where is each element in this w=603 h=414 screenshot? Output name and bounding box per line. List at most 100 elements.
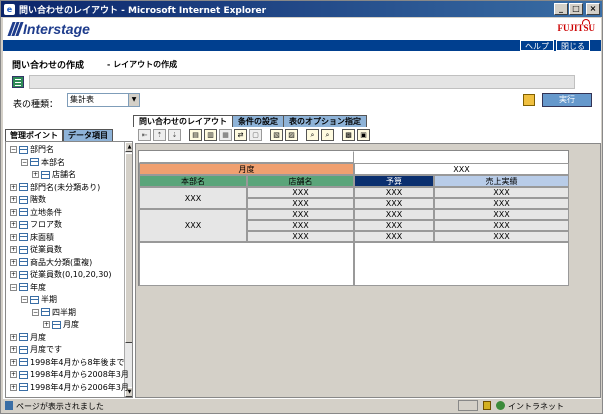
kind-select-value: 集計表 — [70, 95, 94, 104]
close-link[interactable]: 閉じる — [556, 40, 590, 51]
expand-toggle-icon[interactable]: − — [21, 296, 28, 303]
table-icon — [19, 220, 28, 229]
expand-toggle-icon[interactable]: + — [10, 333, 17, 341]
tree-item[interactable]: + 立地条件 — [10, 207, 62, 218]
table-icon — [41, 308, 50, 316]
close-window-button[interactable]: × — [586, 3, 600, 15]
scroll-up-icon[interactable]: ▲ — [125, 142, 132, 152]
tab-options[interactable]: 表のオプション指定 — [283, 115, 367, 127]
cell-yosan: XXX — [354, 220, 434, 231]
delete-item-icon[interactable]: ▦ — [219, 129, 232, 141]
expand-toggle-icon[interactable]: − — [32, 308, 39, 316]
tab-conditions[interactable]: 条件の設定 — [232, 115, 284, 127]
page-icon — [5, 401, 13, 410]
xxx-header[interactable]: XXX — [354, 163, 569, 175]
grid-blank-top — [139, 151, 354, 163]
tree-item[interactable]: + 従業員数(0,10,20,30) — [10, 269, 112, 280]
minimize-button[interactable]: _ — [554, 3, 568, 15]
table-icon — [19, 245, 28, 254]
empty-row-area[interactable] — [139, 242, 354, 286]
status-text: ページが表示されました — [16, 402, 104, 411]
clear-icon[interactable]: ▢ — [249, 129, 262, 141]
table-icon — [30, 158, 39, 166]
kind-select[interactable]: 集計表 ▼ — [67, 93, 140, 107]
tree-item[interactable]: +1998年4月から2008年3月 — [10, 369, 129, 380]
expand-toggle-icon[interactable]: + — [10, 183, 17, 191]
tab-management-point[interactable]: 管理ポイント — [5, 129, 63, 141]
tab-data-item[interactable]: データ項目 — [63, 129, 113, 141]
row-tenpo: XXX — [247, 220, 354, 231]
tree-item[interactable]: + 従業員数 — [10, 244, 62, 255]
tree-item-label: 商品大分類(重複) — [30, 257, 93, 267]
tree-item[interactable]: − 年度 — [10, 282, 46, 293]
properties-icon[interactable]: ▧ — [270, 129, 283, 141]
add-column-icon[interactable]: ▥ — [204, 129, 217, 141]
expand-toggle-icon[interactable]: + — [10, 271, 17, 278]
expand-toggle-icon[interactable]: + — [10, 196, 17, 203]
tree-item[interactable]: + 月度です — [10, 344, 62, 355]
expand-toggle-icon[interactable]: + — [10, 221, 17, 228]
move-down-icon[interactable]: ⇣ — [168, 129, 181, 141]
expand-toggle-icon[interactable]: + — [10, 346, 17, 353]
zone-text: イントラネット — [508, 402, 564, 411]
calculator-icon[interactable]: ▣ — [357, 129, 370, 141]
swap-axis-icon[interactable]: ⇄ — [234, 129, 247, 141]
layout-area: 月度 XXX 本部名 店舗名 予算 売上実績 XXX XXX XXX XXX X… — [135, 143, 601, 398]
expand-toggle-icon[interactable]: + — [10, 358, 17, 366]
expand-toggle-icon[interactable]: + — [10, 246, 17, 253]
sort-icon[interactable]: ▨ — [285, 129, 298, 141]
col-tenpo[interactable]: 店舗名 — [247, 175, 354, 187]
search-icon[interactable]: ⌕ — [306, 129, 319, 141]
tree-item[interactable]: + 部門名(未分類あり) — [10, 182, 100, 193]
tree-item[interactable]: + 店舗名 — [32, 169, 76, 180]
tree-item[interactable]: +1998年4月から2006年3月 — [10, 382, 129, 393]
filter-icon[interactable]: ⌕ — [321, 129, 334, 141]
tree-item[interactable]: + 階数 — [10, 194, 46, 205]
expand-toggle-icon[interactable]: + — [10, 371, 17, 378]
expand-toggle-icon[interactable]: − — [10, 283, 17, 291]
expand-toggle-icon[interactable]: + — [43, 321, 50, 328]
tree-item[interactable]: + フロア数 — [10, 219, 62, 230]
col-uriage[interactable]: 売上実績 — [434, 175, 569, 187]
tree-item[interactable]: + 床面積 — [10, 232, 54, 243]
empty-data-area[interactable] — [354, 242, 569, 286]
expand-toggle-icon[interactable]: + — [10, 208, 17, 216]
format-icon[interactable]: ▩ — [342, 129, 355, 141]
move-up-icon[interactable]: ⇡ — [153, 129, 166, 141]
col-honbu[interactable]: 本部名 — [139, 175, 247, 187]
tab-layout[interactable]: 問い合わせのレイアウト — [133, 115, 233, 127]
tree-item[interactable]: + 月度 — [10, 332, 46, 343]
row-honbu-2: XXX — [139, 209, 247, 242]
maximize-button[interactable]: □ — [569, 3, 583, 15]
scroll-thumb[interactable] — [125, 153, 132, 343]
expand-toggle-icon[interactable]: − — [21, 158, 28, 166]
tree-item[interactable]: + 商品大分類(重複) — [10, 257, 92, 268]
chevron-down-icon[interactable]: ▼ — [128, 94, 139, 106]
tree-item[interactable]: − 四半期 — [32, 307, 76, 318]
month-header[interactable]: 月度 — [139, 163, 354, 175]
tree-item-label: 従業員数(0,10,20,30) — [30, 270, 112, 279]
run-button[interactable]: 実行 — [542, 93, 592, 107]
expand-toggle-icon[interactable]: + — [10, 258, 17, 266]
col-yosan[interactable]: 予算 — [354, 175, 434, 187]
expand-toggle-icon[interactable]: − — [10, 146, 17, 153]
add-row-icon[interactable]: ▤ — [189, 129, 202, 141]
tree-item[interactable]: − 半期 — [21, 294, 57, 305]
tree-item-label: 立地条件 — [30, 207, 62, 217]
tree-scrollbar[interactable]: ▲ ▼ — [124, 142, 132, 397]
expand-toggle-icon[interactable]: + — [10, 233, 17, 241]
tree-item[interactable]: − 本部名 — [21, 157, 65, 168]
help-link[interactable]: ヘルプ — [520, 40, 554, 51]
message-bar — [29, 75, 575, 89]
tree-item[interactable]: + 月度 — [43, 319, 79, 330]
tree-item[interactable]: − 部門名 — [10, 144, 54, 155]
cell-yosan: XXX — [354, 198, 434, 209]
tree-item-label: 月度です — [30, 345, 62, 354]
edit-icon[interactable] — [523, 94, 535, 106]
expand-toggle-icon[interactable]: + — [10, 383, 17, 391]
list-icon[interactable] — [12, 76, 24, 88]
tree-item[interactable]: +1998年4月から8年後まで — [10, 357, 125, 368]
expand-toggle-icon[interactable]: + — [32, 171, 39, 178]
layout-toolbar: ⇤ ⇡ ⇣ ▤ ▥ ▦ ⇄ ▢ ▧ ▨ ⌕ ⌕ ▩ ▣ — [136, 128, 600, 142]
move-left-icon[interactable]: ⇤ — [138, 129, 151, 141]
